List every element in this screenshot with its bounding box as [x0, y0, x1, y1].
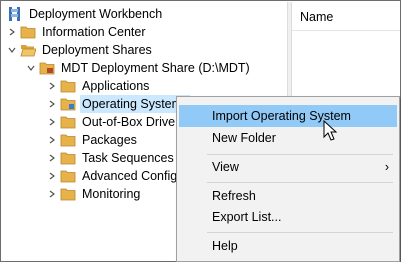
tree-node-mdt-deployment-share[interactable]: MDT Deployment Share (D:\MDT) — [24, 59, 252, 77]
tree-label: Deployment Shares — [42, 43, 152, 57]
menu-item-import-operating-system[interactable]: Import Operating System — [179, 105, 397, 127]
chevron-right-icon[interactable] — [45, 95, 59, 113]
tree-node-information-center[interactable]: Information Center — [5, 23, 148, 41]
tree-node-packages[interactable]: Packages — [45, 131, 139, 149]
tree-node-deployment-workbench[interactable]: Deployment Workbench — [6, 5, 164, 23]
tree-label: Packages — [82, 133, 137, 147]
folder-icon — [59, 95, 77, 113]
menu-item-label: Refresh — [212, 189, 256, 203]
menu-item-label: New Folder — [212, 131, 276, 145]
menu-separator — [207, 182, 393, 183]
menu-item-view[interactable]: View › — [179, 156, 397, 178]
folder-icon — [59, 185, 77, 203]
chevron-right-icon[interactable] — [5, 23, 19, 41]
tree-label: Task Sequences — [82, 151, 174, 165]
tree-label: Information Center — [42, 25, 146, 39]
tree-label: Operating Systems — [80, 95, 191, 113]
folder-open-icon — [19, 41, 37, 59]
submenu-arrow-icon: › — [384, 160, 389, 174]
folder-icon — [59, 113, 77, 131]
tree-label: Applications — [82, 79, 150, 93]
tree-label: Monitoring — [82, 187, 141, 201]
chevron-down-icon[interactable] — [5, 41, 19, 59]
workbench-icon — [6, 5, 24, 23]
menu-item-help[interactable]: Help — [179, 235, 397, 257]
folder-icon — [59, 77, 77, 95]
tree-label: MDT Deployment Share (D:\MDT) — [61, 61, 250, 75]
chevron-down-icon[interactable] — [24, 59, 38, 77]
menu-item-new-folder[interactable]: New Folder — [179, 127, 397, 149]
tree-node-operating-systems[interactable]: Operating Systems — [45, 95, 191, 113]
menu-item-label: View — [212, 160, 239, 174]
folder-icon — [59, 131, 77, 149]
folder-icon — [19, 23, 37, 41]
mouse-pointer-icon — [323, 119, 339, 142]
tree-node-deployment-shares[interactable]: Deployment Shares — [5, 41, 154, 59]
chevron-right-icon[interactable] — [45, 131, 59, 149]
deployment-share-icon — [38, 59, 56, 77]
chevron-right-icon[interactable] — [45, 149, 59, 167]
chevron-right-icon[interactable] — [45, 113, 59, 131]
tree-label: Deployment Workbench — [29, 7, 163, 21]
tree-node-applications[interactable]: Applications — [45, 77, 151, 95]
column-header-name[interactable]: Name — [292, 2, 400, 31]
tree-node-task-sequences[interactable]: Task Sequences — [45, 149, 176, 167]
tree-label: Out-of-Box Drivers — [82, 115, 186, 129]
folder-icon — [59, 149, 77, 167]
menu-item-refresh[interactable]: Refresh — [179, 185, 397, 207]
menu-item-label: Help — [212, 239, 238, 253]
menu-item-export-list[interactable]: Export List... — [179, 206, 397, 228]
folder-icon — [59, 167, 77, 185]
tree-node-out-of-box-drivers[interactable]: Out-of-Box Drivers — [45, 113, 188, 131]
tree-node-monitoring[interactable]: Monitoring — [45, 185, 142, 203]
chevron-right-icon[interactable] — [45, 185, 59, 203]
menu-separator — [207, 154, 393, 155]
menu-item-label: Export List... — [212, 210, 282, 224]
chevron-right-icon[interactable] — [45, 167, 59, 185]
context-menu: Import Operating System New Folder View … — [176, 96, 400, 262]
chevron-right-icon[interactable] — [45, 77, 59, 95]
menu-separator — [207, 232, 393, 233]
